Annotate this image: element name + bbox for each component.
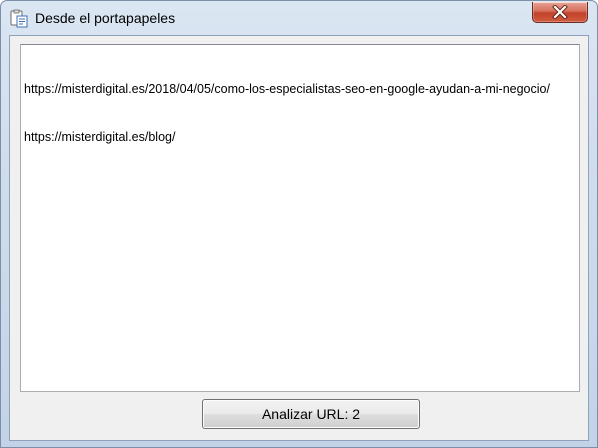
close-button[interactable] (532, 2, 588, 23)
url-line: https://misterdigital.es/blog/ (24, 130, 176, 144)
close-icon (552, 5, 568, 19)
title-bar[interactable]: Desde el portapapeles (1, 1, 597, 35)
analyze-url-button[interactable]: Analizar URL: 2 (202, 399, 420, 429)
dialog-window: Desde el portapapeles https://misterdigi… (0, 0, 598, 448)
url-line: https://misterdigital.es/2018/04/05/como… (24, 82, 550, 96)
clipboard-paste-icon (10, 9, 28, 28)
dialog-client-area: https://misterdigital.es/2018/04/05/como… (9, 35, 589, 441)
window-title: Desde el portapapeles (35, 10, 176, 26)
url-list-textarea[interactable]: https://misterdigital.es/2018/04/05/como… (20, 44, 580, 392)
